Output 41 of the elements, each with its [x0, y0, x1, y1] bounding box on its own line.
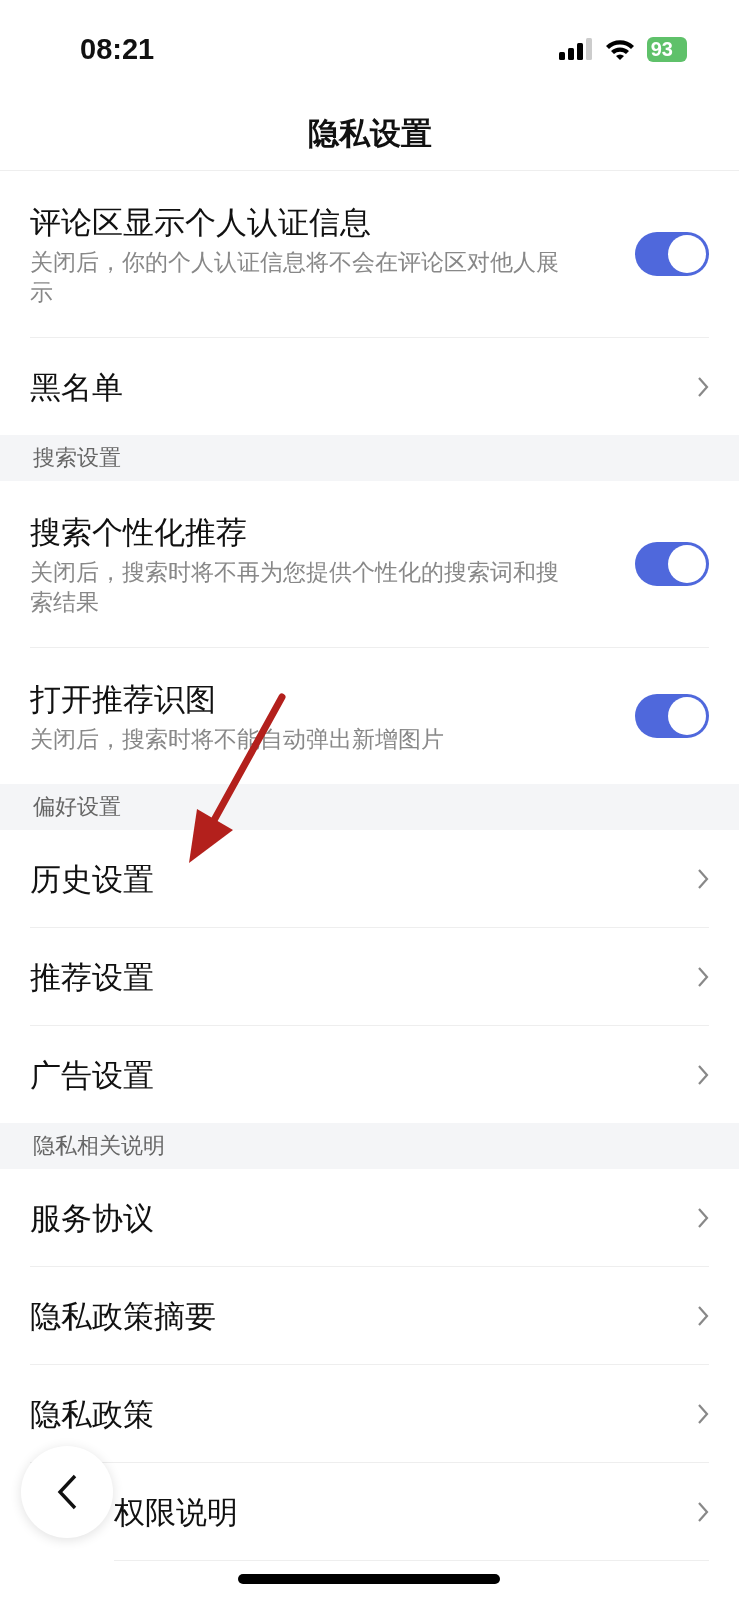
- chevron-icon: [697, 1063, 709, 1086]
- toggle-switch[interactable]: [635, 232, 709, 276]
- chevron-icon: [697, 1402, 709, 1425]
- section-header: 搜索设置: [0, 435, 739, 481]
- toggle-switch[interactable]: [635, 542, 709, 586]
- settings-row[interactable]: 搜索个性化推荐 关闭后，搜索时将不再为您提供个性化的搜索词和搜索结果: [30, 481, 709, 648]
- back-icon: [56, 1474, 78, 1510]
- row-label: 打开推荐识图: [30, 680, 217, 719]
- battery-indicator: 93: [646, 36, 687, 62]
- settings-row[interactable]: 推荐设置: [30, 928, 709, 1026]
- chevron-icon: [697, 867, 709, 890]
- signal-icon: [558, 38, 593, 60]
- settings-row[interactable]: 评论区显示个人认证信息 关闭后，你的个人认证信息将不会在评论区对他人展示: [30, 171, 709, 338]
- settings-row[interactable]: 服务协议: [30, 1169, 709, 1267]
- row-label: 隐私政策: [30, 1394, 155, 1434]
- settings-row[interactable]: 权限说明: [114, 1463, 709, 1561]
- row-label: 搜索个性化推荐: [30, 513, 248, 552]
- row-description: 关闭后，搜索时将不再为您提供个性化的搜索词和搜索结果: [30, 558, 560, 617]
- chevron-icon: [697, 1304, 709, 1327]
- settings-row[interactable]: 广告设置: [30, 1026, 709, 1123]
- chevron-icon: [697, 1206, 709, 1229]
- row-label: 权限说明: [114, 1492, 239, 1532]
- wifi-icon: [604, 38, 635, 60]
- section-header: 隐私相关说明: [0, 1123, 739, 1169]
- settings-row[interactable]: 黑名单: [30, 338, 709, 435]
- row-description: 关闭后，你的个人认证信息将不会在评论区对他人展示: [30, 248, 560, 307]
- chevron-icon: [697, 965, 709, 988]
- row-label: 黑名单: [30, 367, 124, 407]
- row-label: 评论区显示个人认证信息: [30, 203, 372, 242]
- row-label: 服务协议: [30, 1198, 155, 1238]
- row-label: 历史设置: [30, 859, 155, 899]
- chevron-icon: [697, 1500, 709, 1523]
- page-title: 隐私设置: [0, 98, 739, 171]
- row-label: 隐私政策摘要: [30, 1296, 217, 1336]
- settings-row[interactable]: 隐私政策摘要: [30, 1267, 709, 1365]
- section-header: 偏好设置: [0, 784, 739, 830]
- status-time: 08:21: [80, 32, 155, 66]
- row-label: 推荐设置: [30, 957, 155, 997]
- toggle-switch[interactable]: [635, 694, 709, 738]
- row-label: 广告设置: [30, 1055, 155, 1095]
- chevron-icon: [697, 375, 709, 398]
